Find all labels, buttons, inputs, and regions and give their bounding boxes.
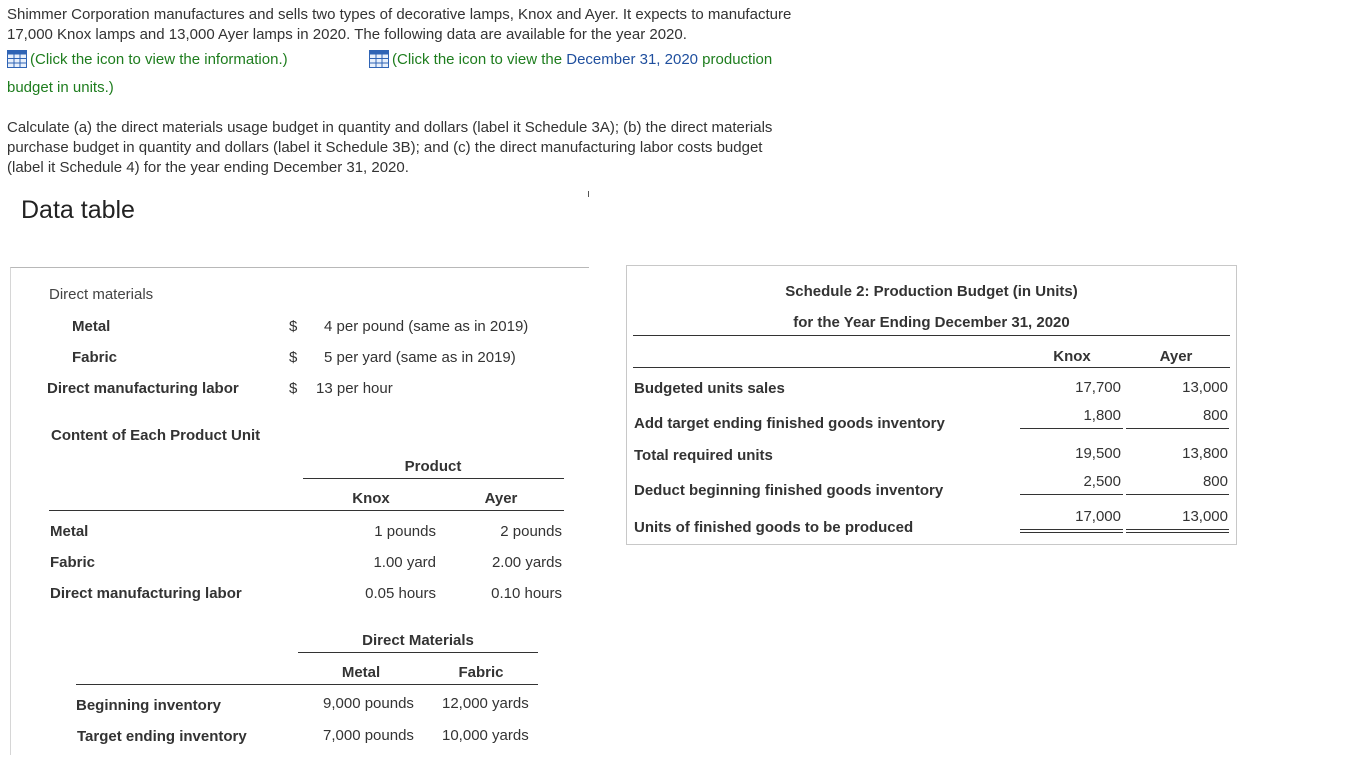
schedule2-knox-ending-inv: 1,800: [1083, 407, 1121, 424]
content-ayer-metal: 2 pounds: [500, 523, 562, 540]
schedule2-total-double-rule-ayer: [1126, 529, 1229, 533]
content-header-rule: [49, 510, 564, 511]
production-budget-panel: Schedule 2: Production Budget (in Units)…: [626, 265, 1237, 545]
direct-materials-label: Direct materials: [49, 286, 154, 303]
production-link-part-c: production: [698, 51, 773, 68]
content-ayer-fabric: 2.00 yards: [491, 554, 562, 571]
schedule2-label-total: Total required units: [634, 447, 773, 464]
rate-currency-fabric: $: [289, 349, 298, 366]
schedule2-ayer-ending-inv: 800: [1202, 407, 1228, 424]
content-ayer-labor: 0.10 hours: [491, 585, 562, 602]
schedule2-label-sales: Budgeted units sales: [634, 380, 785, 397]
rate-label-fabric: Fabric: [72, 349, 118, 366]
dm-col-metal: Metal: [341, 664, 381, 681]
schedule2-ayer-beginning-inv: 800: [1202, 473, 1228, 490]
inv-label-beginning: Beginning inventory: [76, 697, 222, 714]
question-line-3: (label it Schedule 4) for the year endin…: [7, 159, 409, 176]
schedule2-subtitle: for the Year Ending December 31, 2020: [793, 314, 1070, 331]
schedule2-ayer-sales: 13,000: [1182, 379, 1228, 396]
schedule2-header-rule: [633, 367, 1230, 368]
schedule2-label-ending-inv: Add target ending finished goods invento…: [634, 415, 945, 432]
production-budget-link-cont[interactable]: budget in units.): [7, 78, 114, 98]
inv-fabric-beginning: 12,000 yards: [442, 695, 529, 712]
info-link[interactable]: (Click the icon to view the information.…: [7, 49, 288, 71]
rate-value-fabric: 5 per yard (same as in 2019): [324, 349, 516, 366]
content-title: Content of Each Product Unit: [51, 427, 261, 444]
dm-header-rule: [298, 652, 538, 653]
product-header: Product: [404, 458, 462, 475]
schedule2-subtotal-rule-ayer: [1126, 428, 1229, 429]
schedule2-knox-sales: 17,700: [1075, 379, 1121, 396]
content-label-fabric: Fabric: [50, 554, 96, 571]
info-links: (Click the icon to view the information.…: [7, 49, 907, 71]
content-knox-fabric: 1.00 yard: [373, 554, 436, 571]
product-header-rule: [303, 478, 564, 479]
rate-currency-labor: $: [289, 380, 298, 397]
inv-label-target: Target ending inventory: [77, 728, 247, 745]
table-icon: [7, 50, 27, 68]
dm-header: Direct Materials: [362, 632, 474, 649]
schedule2-title-rule: [633, 335, 1230, 336]
question-line-2: purchase budget in quantity and dollars …: [7, 139, 763, 156]
content-knox-metal: 1 pounds: [374, 523, 436, 540]
col-header-knox: Knox: [352, 490, 390, 507]
content-label-labor: Direct manufacturing labor: [50, 585, 242, 602]
dm-cols-rule: [76, 684, 538, 685]
schedule2-knox-total: 19,500: [1075, 445, 1121, 462]
rate-value-labor: 13 per hour: [316, 380, 393, 397]
schedule2-knox-produced: 17,000: [1075, 508, 1121, 525]
rate-label-metal: Metal: [72, 318, 111, 335]
question-line-1: Calculate (a) the direct materials usage…: [7, 119, 773, 136]
dm-col-fabric: Fabric: [458, 664, 504, 681]
schedule2-net-rule-ayer: [1126, 494, 1229, 495]
intro-line-2: 17,000 Knox lamps and 13,000 Ayer lamps …: [7, 26, 687, 43]
schedule2-knox-beginning-inv: 2,500: [1083, 473, 1121, 490]
schedule2-ayer-total: 13,800: [1182, 445, 1228, 462]
schedule2-label-beginning-inv: Deduct beginning finished goods inventor…: [634, 482, 944, 499]
rate-label-labor: Direct manufacturing labor: [47, 380, 239, 397]
info-link-label: (Click the icon to view the information.…: [30, 51, 288, 68]
rate-value-metal: 4 per pound (same as in 2019): [324, 318, 529, 335]
schedule2-net-rule-knox: [1020, 494, 1123, 495]
col-header-ayer: Ayer: [484, 490, 518, 507]
production-link-part-a: (Click the icon to view the: [392, 51, 567, 68]
schedule2-subtotal-rule-knox: [1020, 428, 1123, 429]
schedule2-col-ayer: Ayer: [1159, 348, 1193, 365]
production-budget-link[interactable]: (Click the icon to view the December 31,…: [369, 49, 772, 71]
inv-fabric-target: 10,000 yards: [442, 727, 529, 744]
divider-tick: [588, 191, 589, 197]
schedule2-total-double-rule-knox: [1020, 529, 1123, 533]
table-icon: [369, 50, 389, 68]
data-table-title: Data table: [21, 196, 135, 224]
inv-metal-beginning: 9,000 pounds: [323, 695, 414, 712]
content-knox-labor: 0.05 hours: [365, 585, 436, 602]
intro-line-1: Shimmer Corporation manufactures and sel…: [7, 6, 792, 23]
schedule2-ayer-produced: 13,000: [1182, 508, 1228, 525]
production-link-date: December 31, 2020: [566, 51, 698, 68]
schedule2-col-knox: Knox: [1053, 348, 1091, 365]
inv-metal-target: 7,000 pounds: [323, 727, 414, 744]
schedule2-title: Schedule 2: Production Budget (in Units): [785, 283, 1078, 300]
intro-text: Shimmer Corporation manufactures and sel…: [7, 5, 877, 45]
content-label-metal: Metal: [50, 523, 89, 540]
schedule2-label-produced: Units of finished goods to be produced: [634, 519, 914, 536]
data-table-panel: Direct materials Metal $ 4 per pound (sa…: [10, 267, 589, 755]
rate-currency-metal: $: [289, 318, 298, 335]
question-text: Calculate (a) the direct materials usage…: [7, 118, 867, 178]
